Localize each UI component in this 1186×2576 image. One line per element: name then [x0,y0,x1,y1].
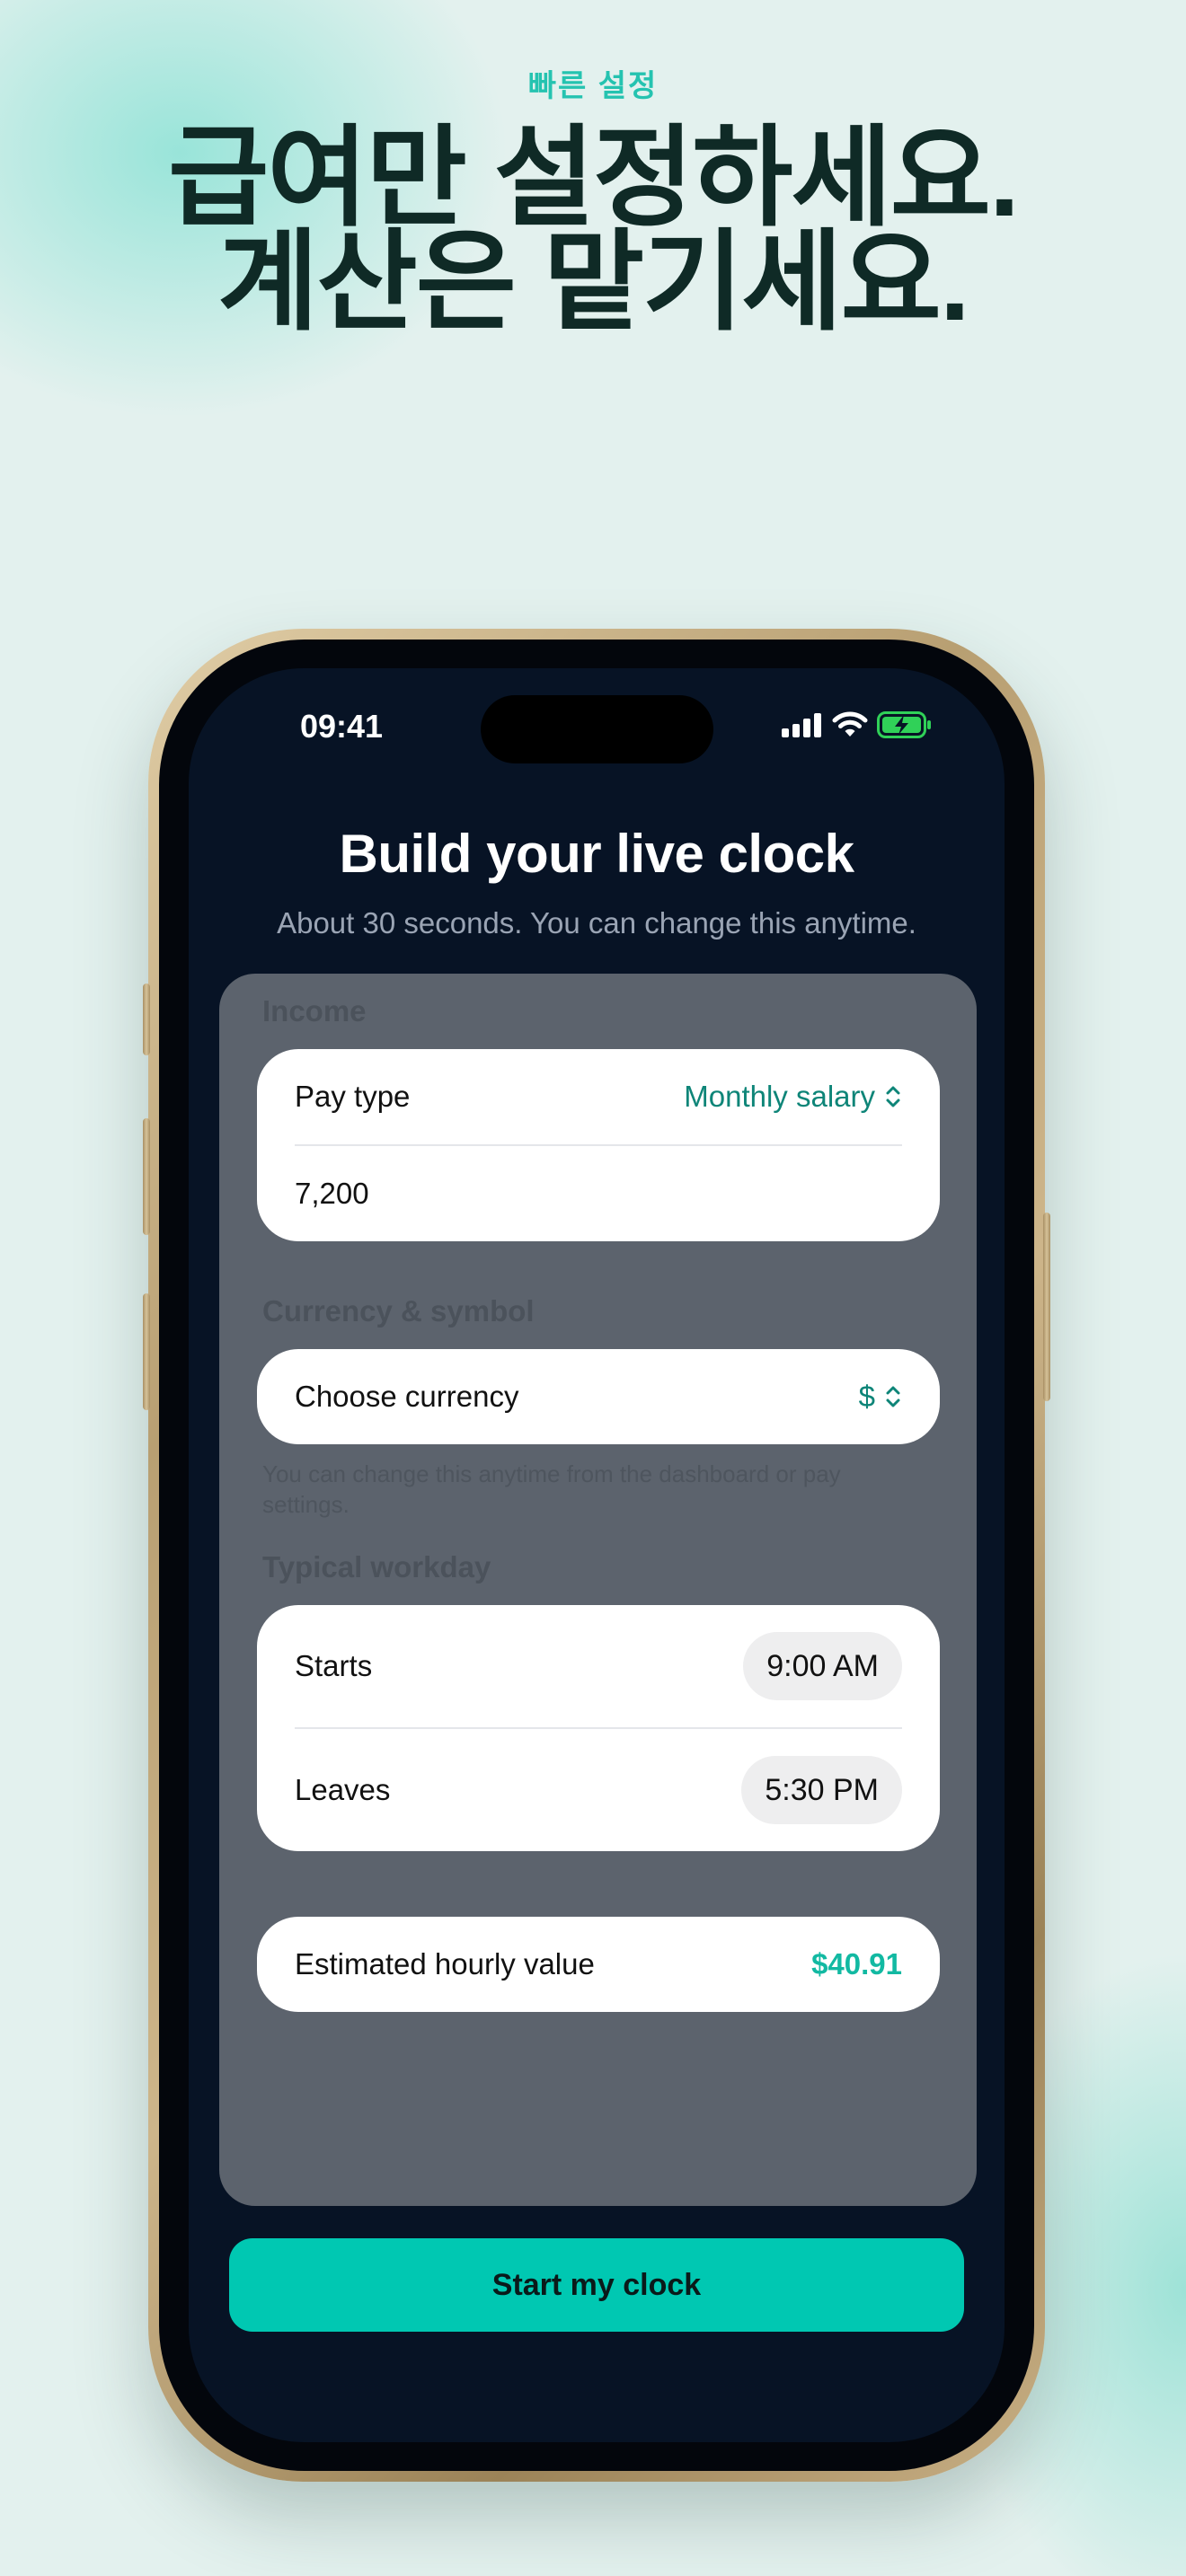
pay-type-picker[interactable]: Monthly salary [684,1080,902,1114]
currency-row[interactable]: Choose currency $ [295,1349,902,1444]
workday-section-label: Typical workday [262,1550,491,1584]
starts-label: Starts [295,1649,373,1682]
action-button [143,984,150,1055]
currency-helper-text: You can change this anytime from the das… [262,1460,841,1518]
status-icons [782,710,933,743]
dynamic-island [481,695,713,763]
estimate-row: Estimated hourly value $40.91 [295,1917,902,2012]
workday-card: Starts 9:00 AM Leaves 5:30 PM [257,1605,940,1851]
leaves-label: Leaves [295,1773,391,1806]
phone-screen: 09:41 Build your live clock About 30 sec… [189,668,1005,2442]
headline-line-1: 급여만 설정하세요. [168,117,1020,239]
currency-section-label: Currency & symbol [262,1294,535,1328]
estimate-card: Estimated hourly value $40.91 [257,1917,940,2012]
pay-type-value: Monthly salary [684,1080,875,1113]
pay-type-label: Pay type [295,1080,411,1113]
screen-title: Build your live clock [339,824,854,884]
leaves-row: Leaves 5:30 PM [295,1729,902,1851]
chevron-up-down-icon [884,1383,902,1410]
pay-type-row[interactable]: Pay type Monthly salary [295,1049,902,1144]
status-time: 09:41 [300,708,384,745]
currency-symbol-value: $ [858,1380,875,1413]
headline-line-2: 계산은 맡기세요. [217,221,969,343]
starts-time-picker[interactable]: 9:00 AM [743,1632,902,1700]
estimate-label: Estimated hourly value [295,1947,595,1981]
start-clock-button[interactable]: Start my clock [229,2238,964,2332]
currency-card: Choose currency $ [257,1349,940,1444]
currency-picker[interactable]: $ [859,1380,902,1414]
amount-field[interactable]: 7,200 [295,1146,902,1241]
choose-currency-label: Choose currency [295,1380,519,1413]
estimate-value: $40.91 [811,1947,902,1981]
battery-charging-icon [877,710,933,743]
power-button [1043,1213,1050,1401]
screen-subtitle: About 30 seconds. You can change this an… [277,906,916,940]
wifi-icon [832,710,868,743]
chevron-up-down-icon [884,1083,902,1110]
signal-icon [782,712,823,742]
starts-row: Starts 9:00 AM [295,1605,902,1727]
eyebrow-label: 빠른 설정 [527,69,659,103]
leaves-time-picker[interactable]: 5:30 PM [741,1756,902,1824]
income-section-label: Income [262,994,367,1028]
volume-down-button [143,1293,150,1410]
volume-up-button [143,1118,150,1235]
amount-value: 7,200 [295,1177,369,1210]
headline: 급여만 설정하세요. 계산은 맡기세요. [0,117,1186,343]
income-card: Pay type Monthly salary 7,200 [257,1049,940,1241]
